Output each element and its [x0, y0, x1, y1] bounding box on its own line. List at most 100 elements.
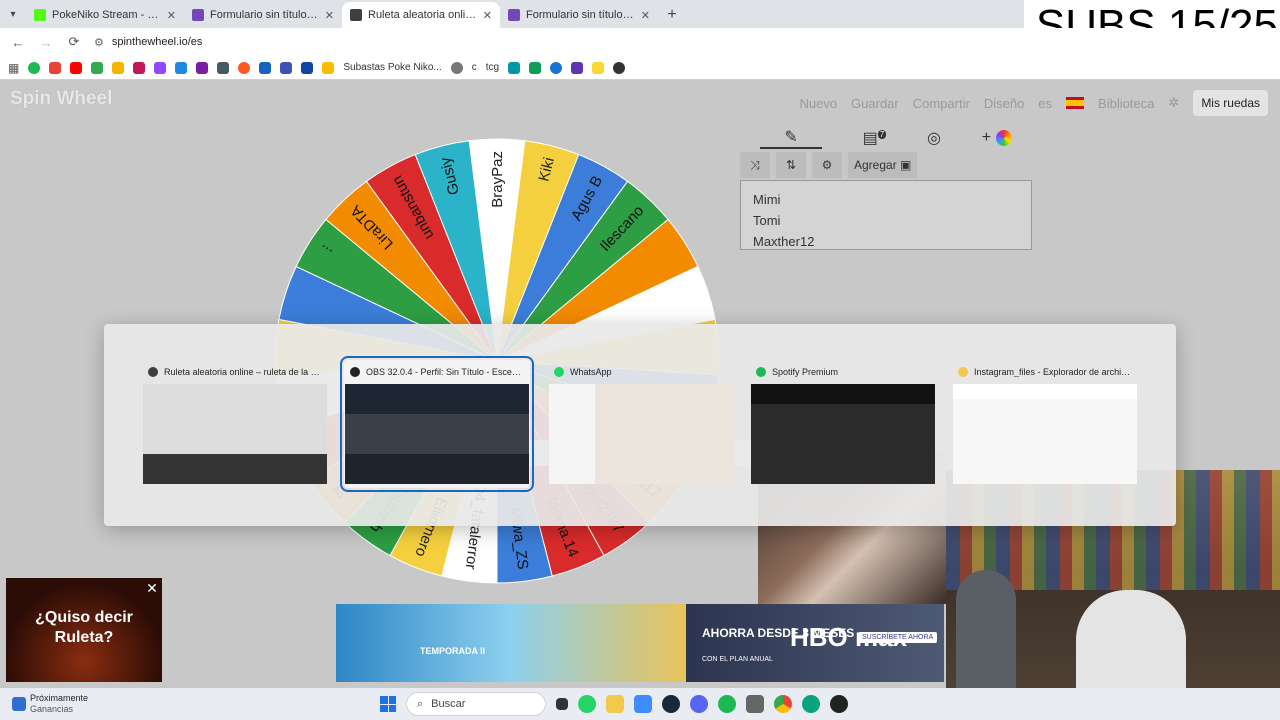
window-card[interactable]: WhatsApp [548, 360, 734, 488]
bookmark-icon[interactable] [28, 61, 41, 74]
bookmark-icon[interactable] [613, 61, 626, 74]
site-logo[interactable]: Spin Wheel [10, 88, 112, 110]
bookmark-icon[interactable] [238, 61, 251, 74]
wheel-segment-label: BrayPaz [489, 151, 506, 208]
tab-title: Formulario sin título - Formulario [210, 9, 319, 21]
steam-icon[interactable] [662, 695, 680, 713]
start-icon[interactable] [380, 696, 396, 712]
nav-save[interactable]: Guardar [851, 96, 899, 111]
new-tab-button[interactable]: + [658, 2, 686, 28]
window-card[interactable]: Spotify Premium [750, 360, 936, 488]
bookmark-icon[interactable] [217, 61, 230, 74]
twitch-icon[interactable] [154, 61, 167, 74]
close-icon[interactable]: ✕ [144, 580, 160, 596]
add-image-button[interactable]: Agregar ▣ [848, 152, 918, 178]
chrome-icon[interactable] [774, 695, 792, 713]
results-icon[interactable]: ▤ 7 [863, 128, 887, 148]
sheets-icon[interactable] [529, 61, 542, 74]
settings-gear-button[interactable]: ⚙ [812, 152, 842, 178]
window-title: OBS 32.0.4 - Perfil: Sin Título - Escena… [366, 367, 524, 377]
apps-icon[interactable]: ▦ [8, 61, 19, 75]
bookmark-icon[interactable] [259, 61, 272, 74]
file-explorer-icon[interactable] [606, 695, 624, 713]
close-tab-icon[interactable]: ✕ [483, 9, 492, 22]
maps-icon[interactable] [91, 61, 104, 74]
whatsapp-icon[interactable] [578, 695, 596, 713]
forward-icon[interactable]: → [34, 30, 58, 54]
window-card[interactable]: Ruleta aleatoria online – ruleta de la s… [142, 360, 328, 488]
hbo-sub: CON EL PLAN ANUAL [702, 656, 773, 663]
bookmark-icon[interactable] [592, 61, 605, 74]
hide-icon[interactable]: ◎ [927, 128, 941, 148]
nav-new[interactable]: Nuevo [799, 96, 837, 111]
edit-icon[interactable]: ✎ [760, 127, 822, 149]
bookmark-icon[interactable] [175, 61, 188, 74]
youtube-icon[interactable] [70, 61, 83, 74]
discord-icon[interactable] [690, 695, 708, 713]
window-card-header: Spotify Premium [750, 360, 936, 384]
drive-icon[interactable] [322, 61, 335, 74]
add-color-icon[interactable]: + [982, 129, 1012, 147]
hbo-cta-button[interactable]: SUSCRÍBETE AHORA [858, 632, 938, 643]
bookmark-icon[interactable] [450, 61, 463, 74]
names-textarea[interactable]: Mimi Tomi Maxther12 [740, 180, 1032, 250]
bookmark-icon[interactable] [508, 61, 521, 74]
bookmark-icon[interactable] [133, 61, 146, 74]
weather-widget[interactable]: Próximamente Ganancias [0, 693, 380, 715]
my-wheels-button[interactable]: Mis ruedas [1193, 90, 1268, 116]
close-tab-icon[interactable]: ✕ [325, 9, 334, 22]
nav-share[interactable]: Compartir [913, 96, 970, 111]
window-card[interactable]: Instagram_files - Explorador de archivos [952, 360, 1138, 488]
browser-tab[interactable]: Formulario sin título - Formulario ✕ [184, 2, 342, 28]
obs-icon[interactable] [830, 695, 848, 713]
tab-favicon-icon [350, 9, 362, 21]
window-card-header: WhatsApp [548, 360, 734, 384]
hbo-banner[interactable]: AHORRA DESDE 3 MESES HBO max SUSCRÍBETE … [686, 604, 944, 682]
nav-library[interactable]: Biblioteca [1098, 96, 1154, 111]
editor-toolbar: ⤨ ⇅ ⚙ Agregar ▣ [740, 152, 918, 178]
sort-button[interactable]: ⇅ [776, 152, 806, 178]
bookmark-icon[interactable] [301, 61, 314, 74]
bookmark-icon[interactable] [550, 61, 563, 74]
browser-tab[interactable]: Ruleta aleatoria online - ruleta ✕ [342, 2, 500, 28]
shuffle-button[interactable]: ⤨ [740, 152, 770, 178]
task-view-icon[interactable] [556, 698, 568, 710]
window-card-header: Ruleta aleatoria online – ruleta de la s… [142, 360, 328, 384]
calculator-icon[interactable] [746, 695, 764, 713]
gmail-icon[interactable] [49, 61, 62, 74]
nav-design[interactable]: Diseño [984, 96, 1024, 111]
search-placeholder: Buscar [431, 698, 466, 710]
site-info-icon[interactable]: ⚙ [94, 36, 104, 49]
browser-tab[interactable]: Formulario sin título - Formulario ✕ [500, 2, 658, 28]
app-icon[interactable] [802, 695, 820, 713]
roulette-ad[interactable]: ✕ ¿Quiso decir Ruleta? [6, 578, 162, 682]
window-title: Ruleta aleatoria online – ruleta de la s… [164, 367, 322, 377]
app-icon[interactable] [634, 695, 652, 713]
gumball-banner[interactable]: TEMPORADA II [336, 604, 686, 682]
close-tab-icon[interactable]: ✕ [167, 9, 176, 22]
nav-language[interactable]: es [1038, 96, 1052, 111]
taskbar-search[interactable]: ⌕ Buscar [406, 692, 546, 716]
close-tab-icon[interactable]: ✕ [641, 9, 650, 22]
tab-search-dropdown[interactable]: ▾ [0, 0, 26, 28]
bookmark-icon[interactable] [112, 61, 125, 74]
tab-title: Formulario sin título - Formulario [526, 9, 635, 21]
bookmark-tcg[interactable]: tcg [486, 62, 499, 73]
back-icon[interactable]: ← [6, 30, 30, 54]
person-silhouette [1076, 590, 1186, 688]
name-entry: Tomi [753, 213, 781, 228]
url-field[interactable]: ⚙ spinthewheel.io/es [94, 36, 202, 49]
settings-icon[interactable]: ✲ [1168, 95, 1179, 111]
bookmark-c[interactable]: c [472, 62, 477, 73]
bookmark-icon[interactable] [280, 61, 293, 74]
spotify-icon[interactable] [718, 695, 736, 713]
window-card[interactable]: OBS 32.0.4 - Perfil: Sin Título - Escena… [340, 356, 534, 492]
bookmark-icon[interactable] [196, 61, 209, 74]
search-icon: ⌕ [417, 697, 424, 710]
url-text: spinthewheel.io/es [111, 36, 203, 48]
bookmark-subastas[interactable]: Subastas Poke Niko... [343, 62, 441, 73]
reload-icon[interactable]: ⟳ [62, 30, 86, 54]
tab-favicon-icon [34, 9, 46, 21]
browser-tab[interactable]: PokeNiko Stream - Watch Live ✕ [26, 2, 184, 28]
bookmark-icon[interactable] [571, 61, 584, 74]
